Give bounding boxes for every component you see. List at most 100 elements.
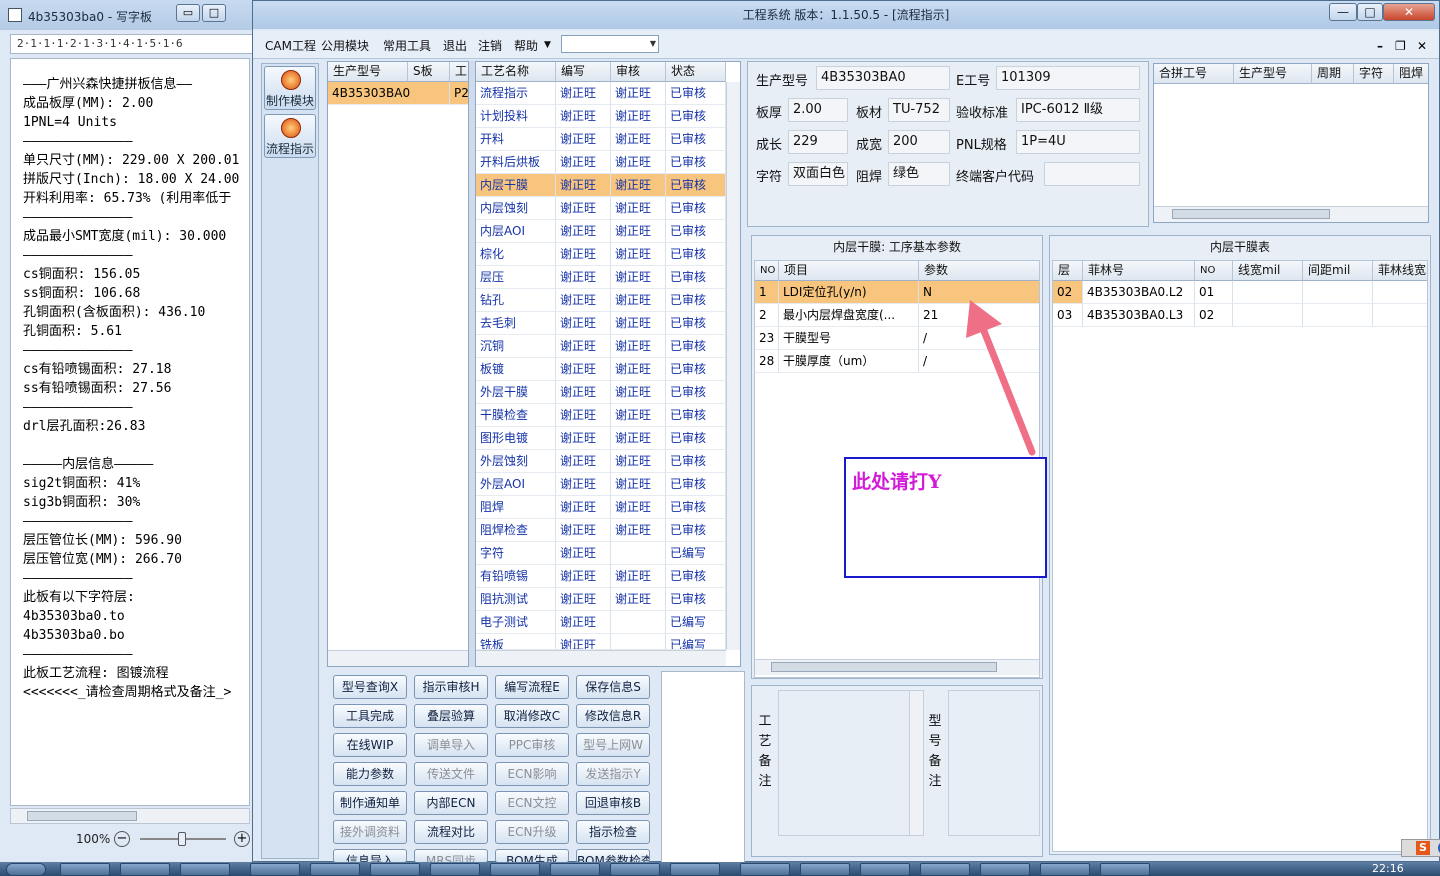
process-cell[interactable]: 已编写 (666, 634, 726, 650)
col-header[interactable]: 参数 (919, 261, 1039, 281)
process-cell[interactable] (611, 542, 666, 565)
process-cell[interactable]: 已审核 (666, 565, 726, 588)
menu-common-module[interactable]: 公用模块 (321, 37, 369, 54)
col-header[interactable]: 状态 (666, 62, 726, 82)
param-cell[interactable]: 干膜型号 (779, 327, 919, 350)
process-name-cell[interactable]: 外层蚀刻 (476, 450, 556, 473)
process-cell[interactable]: 已编写 (666, 542, 726, 565)
col-header[interactable]: 工艺名称 (476, 62, 556, 82)
col-header[interactable]: 编写 (556, 62, 611, 82)
process-cell[interactable]: 已编写 (666, 611, 726, 634)
action-button[interactable]: BOM参数检查 (576, 849, 650, 863)
process-cell[interactable]: 谢正旺 (556, 542, 611, 565)
film-cell[interactable]: 03 (1053, 304, 1083, 327)
main-titlebar[interactable]: 工程系统 版本：1.1.50.5 - [流程指示] (253, 1, 1439, 29)
width-field[interactable]: 200 (888, 130, 950, 154)
process-cell[interactable]: 谢正旺 (611, 335, 666, 358)
standard-field[interactable]: IPC-6012 Ⅱ级 (1016, 98, 1140, 122)
process-cell[interactable]: 谢正旺 (556, 243, 611, 266)
col-header[interactable]: NO (755, 261, 779, 281)
process-cell[interactable]: 谢正旺 (556, 473, 611, 496)
menu-combobox[interactable]: ▼ (561, 35, 659, 53)
process-cell[interactable]: 谢正旺 (556, 151, 611, 174)
process-cell[interactable]: 谢正旺 (611, 82, 666, 105)
menu-cam[interactable]: CAM工程 (265, 37, 316, 54)
col-header[interactable]: 线宽mil (1233, 261, 1303, 281)
wordpad-ruler[interactable]: 2·1·1·1·2·1·3·1·4·1·5·1·6 (10, 34, 256, 54)
model-remark-box[interactable] (948, 690, 1040, 836)
model-cell[interactable]: P2 (450, 82, 468, 105)
action-button[interactable]: 流程对比 (414, 820, 488, 844)
process-cell[interactable]: 已审核 (666, 404, 726, 427)
action-button[interactable]: MRS同步 (414, 849, 488, 863)
process-cell[interactable]: 已审核 (666, 243, 726, 266)
param-grid-hscrollbar[interactable] (755, 659, 1039, 675)
process-cell[interactable]: 谢正旺 (556, 335, 611, 358)
action-button[interactable]: 调单导入 (414, 733, 488, 757)
length-field[interactable]: 229 (788, 130, 848, 154)
film-grid[interactable]: 层 菲林号 NO 线宽mil 间距mil 菲林线宽 02 4B35303BA0.L… (1052, 260, 1428, 852)
process-cell[interactable]: 已审核 (666, 588, 726, 611)
process-cell[interactable]: 谢正旺 (611, 197, 666, 220)
merge-grid[interactable]: 合拼工号 生产型号 周期 字符 阻焊 (1153, 63, 1429, 223)
process-cell[interactable]: 谢正旺 (556, 427, 611, 450)
process-cell[interactable]: 已审核 (666, 151, 726, 174)
film-cell[interactable] (1303, 281, 1373, 304)
taskbar-app-icon[interactable] (610, 863, 660, 876)
taskbar-app-icon[interactable] (550, 863, 600, 876)
process-cell[interactable]: 谢正旺 (611, 358, 666, 381)
process-cell[interactable]: 谢正旺 (611, 473, 666, 496)
main-minimize-button[interactable]: — (1329, 3, 1357, 21)
process-cell[interactable]: 谢正旺 (611, 243, 666, 266)
process-cell[interactable]: 已审核 (666, 312, 726, 335)
wordpad-maximize-button[interactable]: □ (202, 4, 226, 22)
process-cell[interactable]: 谢正旺 (611, 174, 666, 197)
process-cell[interactable]: 谢正旺 (611, 450, 666, 473)
col-header[interactable]: NO (1195, 261, 1233, 281)
col-header[interactable]: 间距mil (1303, 261, 1373, 281)
process-name-cell[interactable]: 层压 (476, 266, 556, 289)
taskbar-app-icon[interactable] (490, 863, 540, 876)
process-name-cell[interactable]: 电子测试 (476, 611, 556, 634)
process-grid[interactable]: 工艺名称 编写 审核 状态 流程指示 谢正旺 谢正旺 已审核 计划投料 谢正旺 谢正旺 已审核… (475, 61, 741, 667)
action-button[interactable]: 指示审核H (414, 675, 488, 699)
action-button[interactable]: 取消修改C (495, 704, 569, 728)
eno-field[interactable]: 101309 (996, 66, 1140, 90)
process-name-cell[interactable]: 内层蚀刻 (476, 197, 556, 220)
menu-exit[interactable]: 退出 (443, 37, 467, 54)
action-button[interactable]: ECN影响 (495, 762, 569, 786)
model-field[interactable]: 4B35303BA0 (816, 66, 950, 90)
merge-grid-hscrollbar[interactable] (1154, 206, 1428, 222)
module-make-button[interactable]: 制作模块 (264, 66, 316, 110)
process-cell[interactable]: 已审核 (666, 496, 726, 519)
process-cell[interactable]: 谢正旺 (556, 266, 611, 289)
film-cell[interactable] (1233, 304, 1303, 327)
process-cell[interactable]: 谢正旺 (556, 128, 611, 151)
taskbar-app-icon[interactable] (180, 863, 230, 876)
col-header[interactable]: 阻焊 (1394, 64, 1428, 84)
col-header[interactable]: 审核 (611, 62, 666, 82)
process-cell[interactable]: 已审核 (666, 381, 726, 404)
process-cell[interactable]: 谢正旺 (611, 404, 666, 427)
action-button[interactable]: 工具完成 (333, 704, 407, 728)
action-button[interactable]: 内部ECN (414, 791, 488, 815)
param-cell[interactable]: LDI定位孔(y/n) (779, 281, 919, 304)
col-header[interactable]: 周期 (1312, 64, 1354, 84)
process-cell[interactable]: 已审核 (666, 128, 726, 151)
menu-logout[interactable]: 注销 (478, 37, 502, 54)
action-button[interactable]: BOM生成 (495, 849, 569, 863)
zoom-slider-knob[interactable] (178, 832, 186, 846)
process-name-cell[interactable]: 图形电镀 (476, 427, 556, 450)
process-grid-vscrollbar[interactable] (726, 82, 740, 650)
action-button[interactable]: 型号查询X (333, 675, 407, 699)
process-cell[interactable]: 已审核 (666, 519, 726, 542)
process-cell[interactable]: 已审核 (666, 450, 726, 473)
taskbar-app-icon[interactable] (1040, 863, 1090, 876)
taskbar-app-icon[interactable] (310, 863, 360, 876)
main-maximize-button[interactable]: □ (1357, 3, 1383, 21)
film-cell[interactable]: 02 (1195, 304, 1233, 327)
action-button[interactable]: 制作通知单 (333, 791, 407, 815)
zoom-out-button[interactable]: − (114, 831, 130, 847)
process-cell[interactable]: 谢正旺 (556, 105, 611, 128)
action-button[interactable]: 信息导入 (333, 849, 407, 863)
